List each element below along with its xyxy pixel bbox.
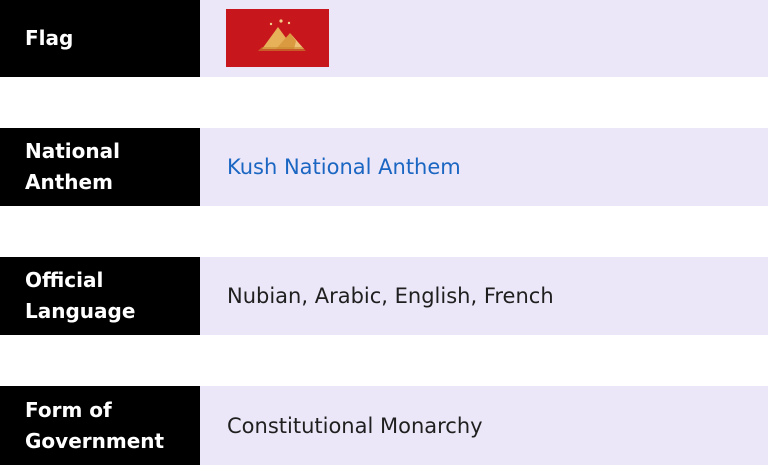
row-value-language: Nubian, Arabic, English, French [200,257,768,335]
government-value: Constitutional Monarchy [227,413,483,438]
row-label-flag: Flag [0,0,200,77]
info-table: Flag National Anthem Kush National Anthe… [0,0,768,465]
government-label-line2: Government [25,428,165,453]
row-value-government: Constitutional Monarchy [200,386,768,465]
pyramids-flag-icon [226,9,329,67]
government-label-line1: Form of [25,397,112,422]
anthem-label-line1: National [25,139,120,163]
anthem-link[interactable]: Kush National Anthem [227,155,461,179]
flag-label: Flag [25,26,74,50]
table-row-government: Form of Government Constitutional Monarc… [0,386,768,465]
anthem-label: National Anthem [25,136,120,198]
row-label-language: Official Language [0,257,200,335]
anthem-label-line2: Anthem [25,170,113,194]
language-label: Official Language [25,265,135,327]
language-value: Nubian, Arabic, English, French [227,284,554,308]
table-row-flag: Flag [0,0,768,77]
row-value-anthem: Kush National Anthem [200,128,768,206]
row-label-government: Form of Government [0,386,200,465]
table-row-language: Official Language Nubian, Arabic, Englis… [0,257,768,335]
row-value-flag [200,0,768,77]
language-label-line2: Language [25,299,136,323]
row-label-anthem: National Anthem [0,128,200,206]
language-label-line1: Official [25,268,104,292]
table-row-anthem: National Anthem Kush National Anthem [0,128,768,206]
government-label: Form of Government [25,395,164,457]
